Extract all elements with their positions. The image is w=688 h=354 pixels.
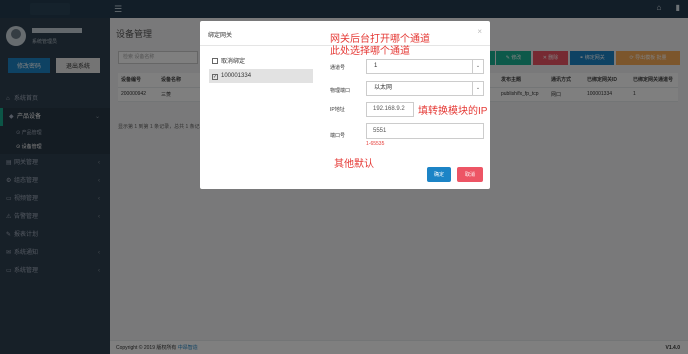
checkbox-checked-icon[interactable]: ✓: [212, 74, 218, 80]
dialog-title: 绑定网关: [208, 33, 233, 39]
confirm-button[interactable]: 确定: [427, 167, 451, 182]
port-range-hint: 1-65535: [366, 141, 385, 147]
annotation-default: 其他默认: [334, 159, 374, 170]
ip-label: IP地址: [330, 107, 345, 113]
annotation-channel-line2: 此处选择哪个通道: [330, 46, 410, 57]
channel-label: 通道号: [330, 65, 346, 71]
channel-select[interactable]: 1 ⌄: [366, 59, 484, 74]
port-label: 端口号: [330, 133, 346, 139]
chevron-down-icon: ⌄: [472, 82, 483, 95]
cancel-button[interactable]: 取消: [457, 167, 483, 182]
ip-input[interactable]: 192.168.9.2: [366, 102, 414, 117]
checkbox-unchecked-icon[interactable]: [212, 58, 218, 64]
port-input[interactable]: 5551: [366, 123, 484, 139]
annotation-ip: 填转换模块的IP: [418, 106, 488, 117]
close-icon[interactable]: ×: [477, 27, 482, 36]
port-type-select[interactable]: 以太网 ⌄: [366, 81, 484, 96]
gateway-option-100001334[interactable]: ✓ 100001334: [209, 69, 313, 83]
chevron-down-icon: ⌄: [472, 60, 483, 73]
gateway-list: 取消绑定 ✓ 100001334: [209, 55, 313, 83]
gateway-option-unbind[interactable]: 取消绑定: [209, 55, 313, 69]
port-type-label: 物理端口: [330, 88, 351, 94]
